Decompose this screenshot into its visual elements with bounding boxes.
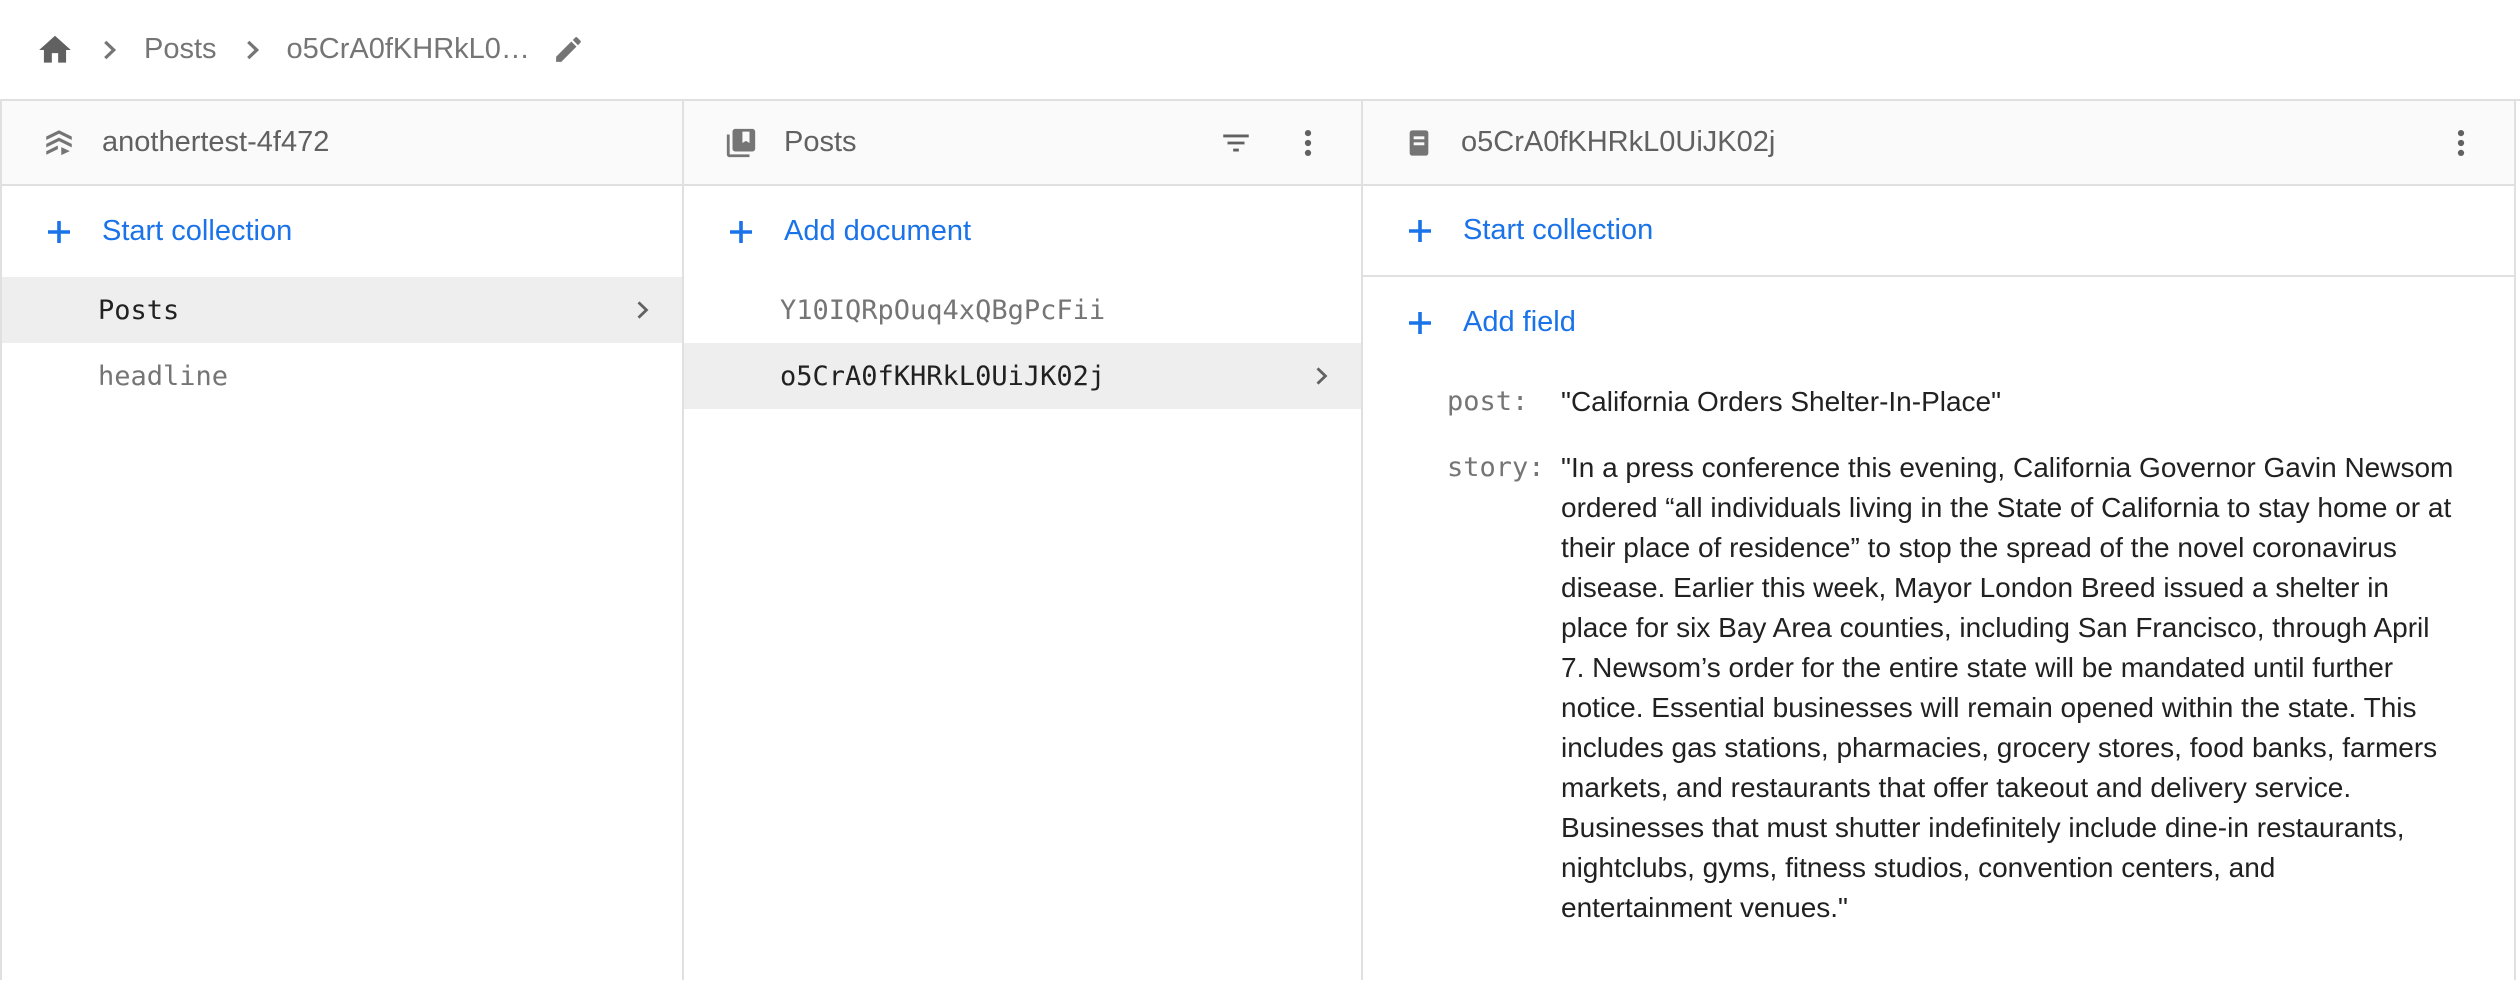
- collection-row-headline[interactable]: headline: [2, 343, 682, 409]
- document-id: Y10IQRpOuq4xQBgPcFii: [780, 295, 1105, 326]
- chevron-right-icon: [1307, 362, 1335, 390]
- breadcrumb: Posts o5CrA0fKHRkL0…: [0, 0, 2520, 101]
- document-panel-header: o5CrA0fKHRkL0UiJK02j: [1363, 101, 2514, 186]
- field-value[interactable]: "California Orders Shelter-In-Place": [1561, 382, 2001, 422]
- plus-icon: [724, 215, 758, 249]
- field-name: post:: [1447, 382, 1561, 422]
- firestore-panels: anothertest-4f472 Start collection Posts…: [0, 101, 2516, 980]
- field-row-post[interactable]: post: "California Orders Shelter-In-Plac…: [1447, 382, 2454, 422]
- filter-icon[interactable]: [1213, 120, 1259, 166]
- add-field-button[interactable]: Add field: [1363, 277, 2514, 368]
- chevron-right-icon: [94, 35, 124, 65]
- collection-title: Posts: [784, 126, 857, 159]
- collection-name: Posts: [98, 295, 179, 326]
- chevron-right-icon: [628, 296, 656, 324]
- add-field-label: Add field: [1463, 306, 1576, 339]
- start-collection-button[interactable]: Start collection: [1363, 186, 2514, 277]
- database-panel-header: anothertest-4f472: [2, 101, 682, 186]
- field-list: post: "California Orders Shelter-In-Plac…: [1363, 368, 2514, 928]
- database-panel: anothertest-4f472 Start collection Posts…: [2, 101, 684, 980]
- add-document-label: Add document: [784, 215, 971, 248]
- plus-icon: [1403, 214, 1437, 248]
- start-collection-label: Start collection: [1463, 214, 1653, 247]
- add-document-button[interactable]: Add document: [684, 186, 1361, 277]
- home-icon[interactable]: [36, 31, 74, 69]
- plus-icon: [42, 215, 76, 249]
- more-vert-icon[interactable]: [2438, 120, 2484, 166]
- document-row[interactable]: Y10IQRpOuq4xQBgPcFii: [684, 277, 1361, 343]
- collection-name: headline: [98, 361, 228, 392]
- document-row-selected[interactable]: o5CrA0fKHRkL0UiJK02j: [684, 343, 1361, 409]
- collection-panel-header: Posts: [684, 101, 1361, 186]
- firestore-logo-icon: [42, 126, 76, 160]
- start-collection-label: Start collection: [102, 215, 292, 248]
- document-icon: [1403, 127, 1435, 159]
- document-panel: o5CrA0fKHRkL0UiJK02j Start collection: [1363, 101, 2514, 980]
- plus-icon: [1403, 306, 1437, 340]
- field-name: story:: [1447, 448, 1561, 488]
- collection-panel: Posts Add document: [684, 101, 1363, 980]
- field-value[interactable]: "In a press conference this evening, Cal…: [1561, 448, 2454, 928]
- breadcrumb-collection[interactable]: Posts: [144, 33, 217, 66]
- collection-row-posts[interactable]: Posts: [2, 277, 682, 343]
- start-collection-button[interactable]: Start collection: [2, 186, 682, 277]
- breadcrumb-document[interactable]: o5CrA0fKHRkL0…: [287, 33, 530, 66]
- more-vert-icon[interactable]: [1285, 120, 1331, 166]
- document-title: o5CrA0fKHRkL0UiJK02j: [1461, 126, 1775, 159]
- field-row-story[interactable]: story: "In a press conference this eveni…: [1447, 448, 2454, 928]
- edit-pencil-icon[interactable]: [552, 33, 585, 66]
- collection-icon: [724, 126, 758, 160]
- document-id: o5CrA0fKHRkL0UiJK02j: [780, 361, 1105, 392]
- database-title: anothertest-4f472: [102, 126, 329, 159]
- chevron-right-icon: [237, 35, 267, 65]
